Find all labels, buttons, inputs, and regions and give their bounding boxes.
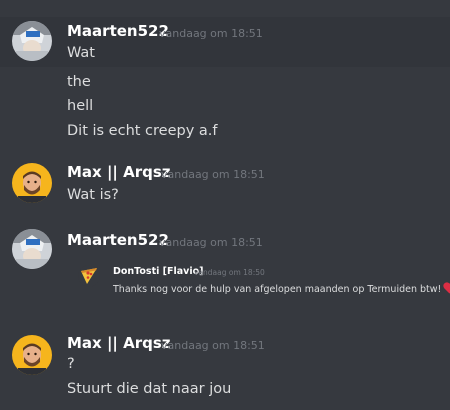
message-text: Wat [67, 45, 95, 61]
pizza-icon[interactable] [78, 265, 100, 287]
avatar[interactable] [12, 229, 52, 269]
username[interactable]: Max || Arqsz [67, 163, 171, 181]
message-text: ? [67, 356, 75, 372]
message-text: the [67, 74, 91, 90]
username[interactable]: Maarten522 [67, 231, 169, 249]
red-heart-icon [443, 282, 450, 294]
timestamp: vandaag om 18:51 [159, 236, 263, 249]
embed-text: Thanks nog voor de hulp van afgelopen ma… [113, 282, 450, 295]
embed-timestamp: vandaag om 18:50 [194, 268, 265, 277]
message-text: Dit is echt creepy a.f [67, 123, 218, 139]
avatar[interactable] [12, 335, 52, 375]
embed-message-text: Thanks nog voor de hulp van afgelopen ma… [113, 284, 442, 295]
message-text: hell [67, 98, 94, 114]
timestamp: vandaag om 18:51 [161, 339, 265, 352]
timestamp: vandaag om 18:51 [159, 27, 263, 40]
embed-username[interactable]: DonTosti [Flavio] [113, 266, 204, 277]
username[interactable]: Maarten522 [67, 22, 169, 40]
avatar[interactable] [12, 163, 52, 203]
timestamp: vandaag om 18:51 [161, 168, 265, 181]
message-text: Stuurt die dat naar jou [67, 381, 232, 397]
message-text: Wat is? [67, 187, 119, 203]
username[interactable]: Max || Arqsz [67, 334, 171, 352]
avatar[interactable] [12, 21, 52, 61]
